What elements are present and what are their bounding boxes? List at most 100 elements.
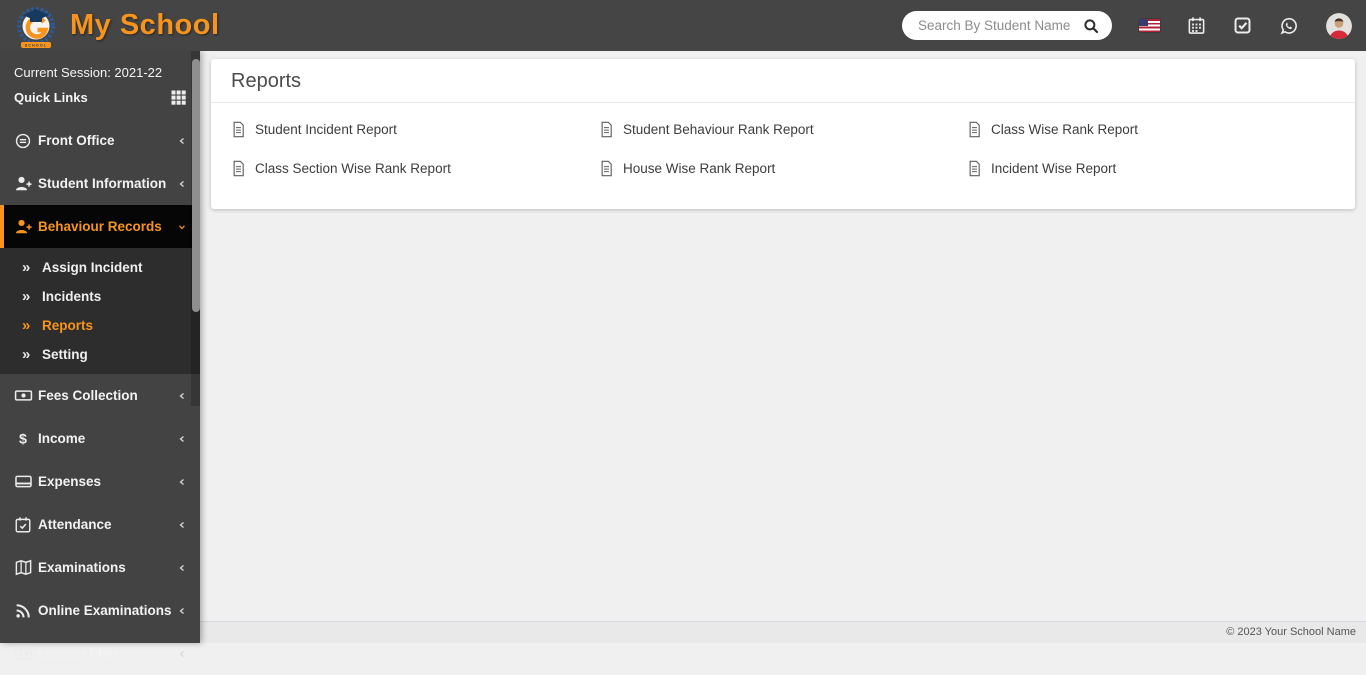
sidebar-item-label: Online Examinations: [38, 603, 174, 618]
submenu-item-label: Reports: [42, 318, 93, 333]
chevron-left-icon: [174, 519, 188, 531]
whatsapp-chat-icon[interactable]: [1279, 16, 1299, 36]
sidebar-item-behaviour-records[interactable]: Behaviour Records: [0, 205, 200, 248]
report-link-label: Incident Wise Report: [991, 161, 1116, 176]
sidebar-item-label: Student Information: [38, 176, 174, 191]
search-input[interactable]: [918, 18, 1082, 33]
calendar-check-icon: [14, 516, 38, 534]
sidebar-item-student-information[interactable]: Student Information: [0, 162, 200, 205]
sidebar-item-label: Lesson Plan: [38, 646, 174, 661]
school-emblem-icon: SCHOOL: [14, 2, 58, 49]
report-link-label: Student Behaviour Rank Report: [623, 122, 814, 137]
document-icon: [231, 121, 246, 138]
chevron-left-icon: [174, 648, 188, 660]
behaviour-submenu-wrap: » Assign Incident » Incidents » Reports …: [0, 248, 200, 374]
page-title: Reports: [211, 59, 1355, 103]
chevron-left-icon: [174, 433, 188, 445]
chevron-left-icon: [174, 476, 188, 488]
search-icon[interactable]: [1082, 17, 1100, 35]
chevron-down-icon: [174, 221, 188, 233]
document-icon: [599, 121, 614, 138]
sidebar-item-label: Income: [38, 431, 174, 446]
report-link-incident-wise[interactable]: Incident Wise Report: [967, 155, 1335, 181]
rss-icon: [14, 602, 38, 620]
chevron-left-icon: [174, 562, 188, 574]
double-chevron-right-icon: »: [22, 318, 42, 333]
sidebar-item-lesson-plan[interactable]: Lesson Plan: [0, 632, 200, 675]
sidebar-item-label: Behaviour Records: [38, 219, 174, 234]
todo-check-icon[interactable]: [1233, 16, 1252, 35]
user-avatar[interactable]: [1326, 13, 1352, 39]
report-link-class-section-wise-rank[interactable]: Class Section Wise Rank Report: [231, 155, 599, 181]
quick-links-grid-icon[interactable]: [171, 90, 186, 105]
double-chevron-right-icon: »: [22, 260, 42, 275]
double-chevron-right-icon: »: [22, 347, 42, 362]
calendar-icon[interactable]: [1187, 16, 1206, 35]
brand-logo[interactable]: SCHOOL My School: [0, 2, 200, 49]
report-link-student-incident[interactable]: Student Incident Report: [231, 116, 599, 142]
submenu-item-setting[interactable]: » Setting: [0, 340, 200, 369]
submenu-item-incidents[interactable]: » Incidents: [0, 282, 200, 311]
chevron-left-icon: [174, 135, 188, 147]
sidebar-item-label: Front Office: [38, 133, 174, 148]
report-link-house-wise-rank[interactable]: House Wise Rank Report: [599, 155, 967, 181]
main-menu: Front Office Student Information: [0, 119, 200, 675]
chevron-left-icon: [174, 605, 188, 617]
submenu-item-label: Incidents: [42, 289, 101, 304]
open-book-icon: [14, 558, 38, 577]
header-actions: [902, 11, 1366, 40]
reports-card: Reports Student Incident Report: [211, 59, 1355, 209]
sidebar-item-front-office[interactable]: Front Office: [0, 119, 200, 162]
behaviour-submenu: » Assign Incident » Incidents » Reports …: [0, 248, 200, 374]
emblem-banner-text: SCHOOL: [25, 44, 48, 48]
credit-card-icon: [14, 472, 38, 491]
sidebar-item-label: Attendance: [38, 517, 174, 532]
report-link-class-wise-rank[interactable]: Class Wise Rank Report: [967, 116, 1335, 142]
document-icon: [967, 160, 982, 177]
sidebar-scrollbar-thumb[interactable]: [192, 59, 200, 312]
report-link-label: Student Incident Report: [255, 122, 397, 137]
report-link-label: Class Section Wise Rank Report: [255, 161, 451, 176]
submenu-item-assign-incident[interactable]: » Assign Incident: [0, 253, 200, 282]
sidebar-item-label: Expenses: [38, 474, 174, 489]
report-link-label: House Wise Rank Report: [623, 161, 775, 176]
chevron-left-icon: [174, 390, 188, 402]
sidebar-item-examinations[interactable]: Examinations: [0, 546, 200, 589]
current-session-label: Current Session: 2021-22: [14, 61, 186, 85]
cash-icon: [14, 386, 38, 405]
copyright-text: © 2023 Your School Name: [1226, 626, 1356, 638]
document-icon: [599, 160, 614, 177]
sidebar-item-label: Examinations: [38, 560, 174, 575]
double-chevron-right-icon: »: [22, 289, 42, 304]
sidebar-item-income[interactable]: $ Income: [0, 417, 200, 460]
document-icon: [967, 121, 982, 138]
submenu-item-label: Setting: [42, 347, 88, 362]
document-icon: [231, 160, 246, 177]
language-flag-icon[interactable]: [1139, 19, 1160, 32]
student-search: [902, 11, 1112, 40]
submenu-item-label: Assign Incident: [42, 260, 143, 275]
sidebar-nav: Current Session: 2021-22 Quick Links Fro…: [0, 51, 200, 643]
sidebar-item-fees-collection[interactable]: Fees Collection: [0, 374, 200, 417]
quick-links-label: Quick Links: [14, 90, 88, 105]
submenu-item-reports[interactable]: » Reports: [0, 311, 200, 340]
front-office-icon: [14, 132, 38, 150]
main-content: Reports Student Incident Report: [200, 51, 1366, 643]
report-link-label: Class Wise Rank Report: [991, 122, 1138, 137]
svg-text:$: $: [19, 431, 27, 447]
sidebar-item-attendance[interactable]: Attendance: [0, 503, 200, 546]
person-plus-icon: [14, 174, 38, 193]
app-title: My School: [70, 9, 220, 42]
newspaper-icon: [14, 644, 38, 663]
session-block: Current Session: 2021-22 Quick Links: [0, 51, 200, 117]
sidebar-item-expenses[interactable]: Expenses: [0, 460, 200, 503]
report-links-grid: Student Incident Report Student Behaviou…: [211, 103, 1355, 181]
sidebar-item-online-examinations[interactable]: Online Examinations: [0, 589, 200, 632]
footer: © 2023 Your School Name: [200, 621, 1366, 643]
report-link-student-behaviour-rank[interactable]: Student Behaviour Rank Report: [599, 116, 967, 142]
chevron-left-icon: [174, 178, 188, 190]
top-header: SCHOOL My School: [0, 0, 1366, 51]
person-plus-icon: [14, 217, 38, 236]
dollar-icon: $: [14, 430, 38, 448]
sidebar-item-label: Fees Collection: [38, 388, 174, 403]
